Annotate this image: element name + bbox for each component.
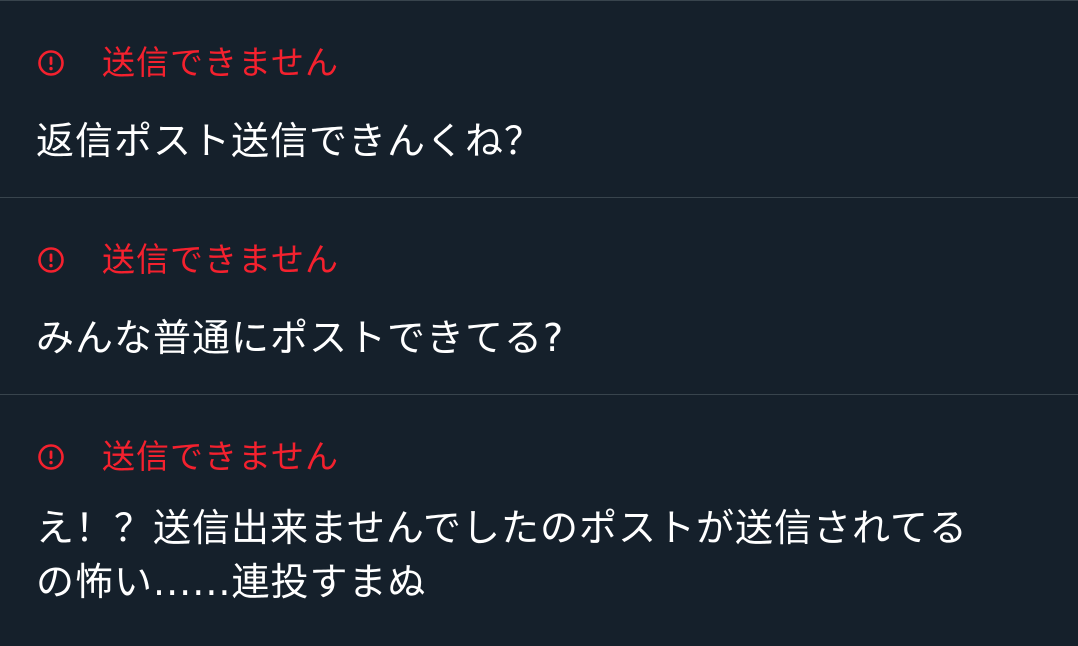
error-circle-icon: [36, 48, 66, 78]
status-label: 送信できません: [102, 240, 340, 279]
failed-post-item[interactable]: 送信できません 返信ポスト送信できんくね？: [0, 1, 1078, 198]
send-failed-status: 送信できません: [36, 238, 339, 282]
failed-post-item[interactable]: 送信できません え！？送信出来ませんでしたのポストが送信されてる の怖い....…: [0, 395, 1078, 645]
post-text: え！？送信出来ませんでしたのポストが送信されてる の怖い......連投すまぬ: [36, 506, 968, 604]
error-circle-icon: [36, 442, 66, 472]
error-circle-icon: [36, 245, 66, 275]
send-failed-status: 送信できません: [36, 435, 339, 479]
post-text: 返信ポスト送信できんくね？: [36, 119, 544, 163]
failed-post-item[interactable]: 送信できません みんな普通にポストできてる?: [0, 198, 1078, 395]
send-failed-status: 送信できません: [36, 41, 339, 85]
status-label: 送信できません: [102, 43, 340, 82]
post-text: みんな普通にポストできてる?: [36, 316, 565, 360]
status-label: 送信できません: [102, 437, 340, 476]
failed-posts-list: 送信できません 返信ポスト送信できんくね？ 送信できません みんな普通にポストで…: [0, 0, 1078, 646]
